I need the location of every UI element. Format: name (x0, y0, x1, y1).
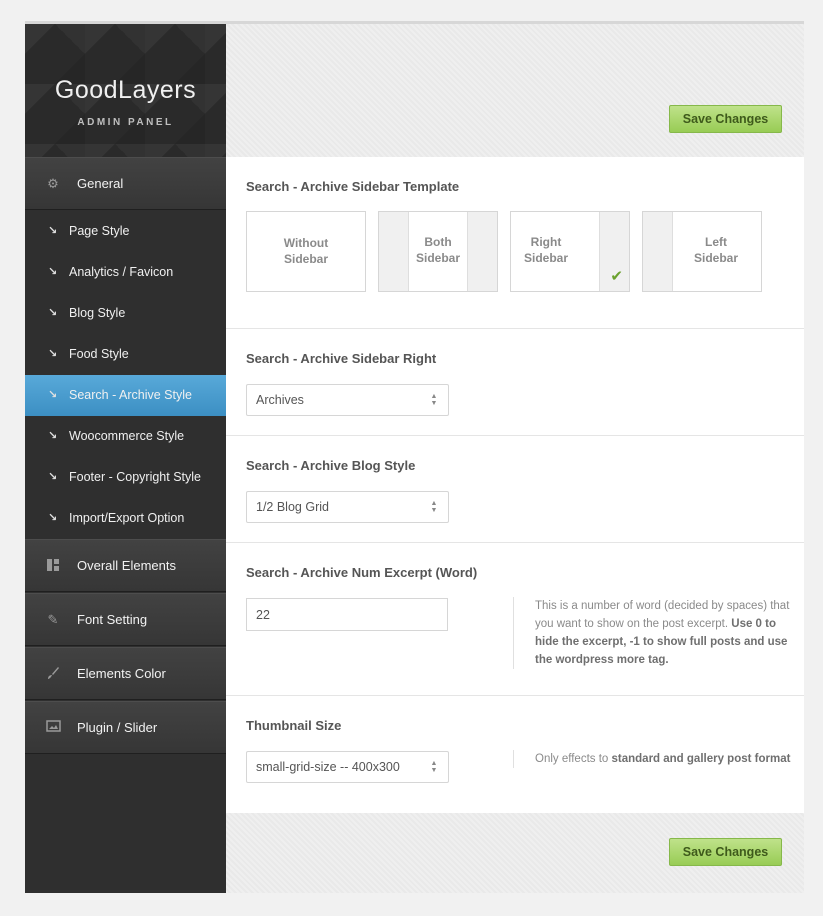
sidebar-section-elements-color[interactable]: Elements Color (25, 647, 226, 700)
num-excerpt-description: This is a number of word (decided by spa… (513, 597, 795, 669)
sidebar-item-label: Food Style (69, 347, 129, 361)
sidebar-section-general[interactable]: ⚙ General (25, 157, 226, 210)
sidebar-section-font-setting[interactable]: ✎ Font Setting (25, 593, 226, 646)
sidebar-right-select[interactable]: Archives ▲ ▼ (246, 384, 449, 416)
sidebar-section-label: Font Setting (77, 612, 148, 627)
brand-header: GoodLayers ADMIN PANEL (25, 24, 226, 157)
arrow-down-right-icon: ↘ (48, 512, 58, 524)
save-changes-button-top[interactable]: Save Changes (669, 105, 782, 133)
sidebar-section-plugin-slider[interactable]: Plugin / Slider (25, 701, 226, 754)
sidebar-item-label: Search - Archive Style (69, 388, 192, 402)
option-title: Thumbnail Size (246, 718, 342, 733)
sidebar-strip (467, 212, 497, 291)
updown-arrows-icon: ▲ ▼ (430, 393, 438, 407)
sidebar-item-woocommerce-style[interactable]: ↘ Woocommerce Style (25, 416, 226, 457)
template-left-sidebar[interactable]: Left Sidebar (642, 211, 762, 292)
option-num-excerpt: Search - Archive Num Excerpt (Word) This… (226, 543, 804, 696)
select-value: 1/2 Blog Grid (256, 500, 329, 514)
template-without-sidebar[interactable]: Without Sidebar (246, 211, 366, 292)
sidebar-item-analytics-favicon[interactable]: ↘ Analytics / Favicon (25, 252, 226, 293)
sidebar-item-label: Analytics / Favicon (69, 265, 174, 279)
sidebar-item-label: Footer - Copyright Style (69, 470, 201, 484)
select-value: small-grid-size -- 400x300 (256, 760, 400, 774)
option-title: Search - Archive Sidebar Right (246, 351, 437, 366)
thumbnail-size-description: Only effects to standard and gallery pos… (513, 750, 795, 768)
image-icon (45, 720, 61, 736)
sidebar-item-label: Woocommerce Style (69, 429, 185, 443)
option-title: Search - Archive Sidebar Template (246, 179, 460, 194)
sidebar-item-page-style[interactable]: ↘ Page Style (25, 211, 226, 252)
template-label: Both Sidebar (415, 235, 460, 265)
sidebar-item-search-archive-style[interactable]: ↘ Search - Archive Style (25, 375, 226, 416)
sidebar-section-label: General (77, 176, 124, 191)
option-title: Search - Archive Blog Style (246, 458, 416, 473)
sidebar-section-label: Overall Elements (77, 558, 176, 573)
sidebar-item-food-style[interactable]: ↘ Food Style (25, 334, 226, 375)
layout-icon (45, 558, 61, 574)
template-right-sidebar[interactable]: Right Sidebar ✔ (510, 211, 630, 292)
template-both-sidebar[interactable]: Both Sidebar (378, 211, 498, 292)
num-excerpt-input[interactable] (246, 598, 448, 631)
sidebar-item-label: Blog Style (69, 306, 126, 320)
thumbnail-size-select[interactable]: small-grid-size -- 400x300 ▲ ▼ (246, 751, 449, 783)
blog-style-select[interactable]: 1/2 Blog Grid ▲ ▼ (246, 491, 449, 523)
sidebar-section-label: Plugin / Slider (77, 720, 158, 735)
arrow-down-right-icon: ↘ (48, 225, 58, 237)
option-sidebar-right: Search - Archive Sidebar Right Archives … (226, 329, 804, 436)
template-label: Right Sidebar (523, 235, 568, 265)
template-label: Without Sidebar (283, 236, 329, 266)
checkmark-icon: ✔ (610, 268, 623, 285)
arrow-down-right-icon: ↘ (48, 389, 58, 401)
sidebar-item-label: Page Style (69, 224, 130, 238)
option-sidebar-template: Search - Archive Sidebar Template Withou… (226, 157, 804, 329)
arrow-down-right-icon: ↘ (48, 430, 58, 442)
sidebar-item-blog-style[interactable]: ↘ Blog Style (25, 293, 226, 334)
sidebar: GoodLayers ADMIN PANEL ⚙ General ↘ Page … (25, 24, 226, 893)
sidebar-section-label: Elements Color (77, 666, 166, 681)
gear-icon: ⚙ (47, 176, 59, 191)
arrow-down-right-icon: ↘ (48, 307, 58, 319)
select-value: Archives (256, 393, 304, 407)
sidebar-item-footer-copyright-style[interactable]: ↘ Footer - Copyright Style (25, 457, 226, 498)
arrow-down-right-icon: ↘ (48, 471, 58, 483)
option-title: Search - Archive Num Excerpt (Word) (246, 565, 478, 580)
updown-arrows-icon: ▲ ▼ (430, 500, 438, 514)
sidebar-strip (379, 212, 409, 291)
arrow-down-right-icon: ↘ (48, 266, 58, 278)
brand-title: GoodLayers (54, 76, 197, 104)
sidebar-strip (643, 212, 673, 291)
save-changes-button-bottom[interactable]: Save Changes (669, 838, 782, 866)
option-thumbnail-size: Thumbnail Size small-grid-size -- 400x30… (226, 696, 804, 813)
arrow-down-right-icon: ↘ (48, 348, 58, 360)
sidebar-item-import-export-option[interactable]: ↘ Import/Export Option (25, 498, 226, 539)
template-label: Left Sidebar (693, 235, 738, 265)
admin-panel: GoodLayers ADMIN PANEL ⚙ General ↘ Page … (25, 21, 804, 893)
sidebar-item-label: Import/Export Option (69, 511, 185, 525)
option-blog-style: Search - Archive Blog Style 1/2 Blog Gri… (226, 436, 804, 543)
brush-icon (45, 666, 61, 682)
sidebar-section-overall-elements[interactable]: Overall Elements (25, 539, 226, 592)
pencil-icon: ✎ (47, 612, 59, 627)
brand-subtitle: ADMIN PANEL (77, 117, 174, 128)
options-panel: Search - Archive Sidebar Template Withou… (226, 157, 804, 813)
updown-arrows-icon: ▲ ▼ (430, 760, 438, 774)
main-content: Save Changes Search - Archive Sidebar Te… (226, 24, 804, 893)
